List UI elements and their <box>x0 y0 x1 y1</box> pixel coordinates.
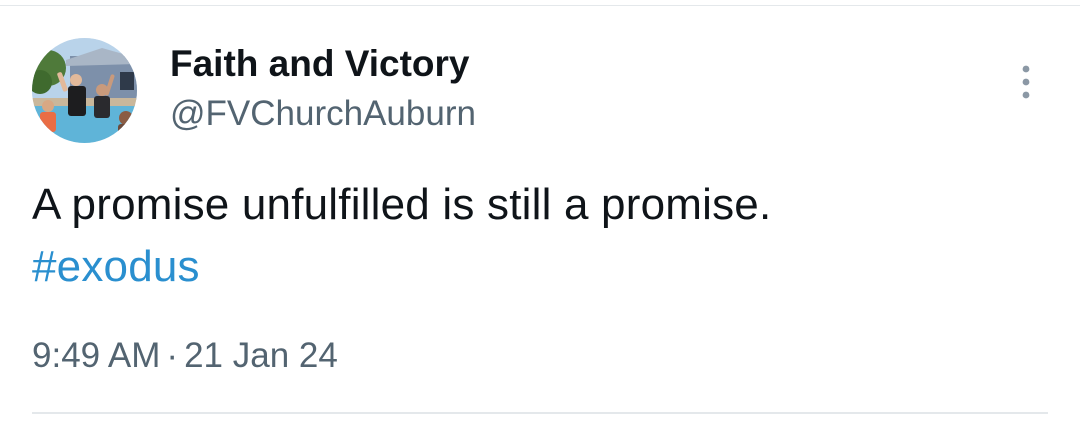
tweet-text-line: A promise unfulfilled is still a promise… <box>32 180 772 229</box>
hashtag-link[interactable]: #exodus <box>32 242 200 291</box>
bottom-divider <box>32 412 1048 414</box>
meta-separator: · <box>166 336 179 375</box>
tweet-time: 9:49 AM <box>32 336 161 375</box>
tweet-timestamp[interactable]: 9:49 AM · 21 Jan 24 <box>32 334 338 378</box>
vertical-ellipsis-icon <box>1022 65 1030 99</box>
tweet-text: A promise unfulfilled is still a promise… <box>32 174 1042 298</box>
avatar[interactable] <box>32 38 137 143</box>
tweet: Faith and Victory @FVChurchAuburn A prom… <box>0 0 1080 426</box>
tweet-date: 21 Jan 24 <box>184 336 338 375</box>
author-handle[interactable]: @FVChurchAuburn <box>170 92 476 136</box>
more-options-button[interactable] <box>1006 60 1046 104</box>
profile-photo-icon <box>32 38 137 143</box>
author-display-name[interactable]: Faith and Victory <box>170 41 470 87</box>
